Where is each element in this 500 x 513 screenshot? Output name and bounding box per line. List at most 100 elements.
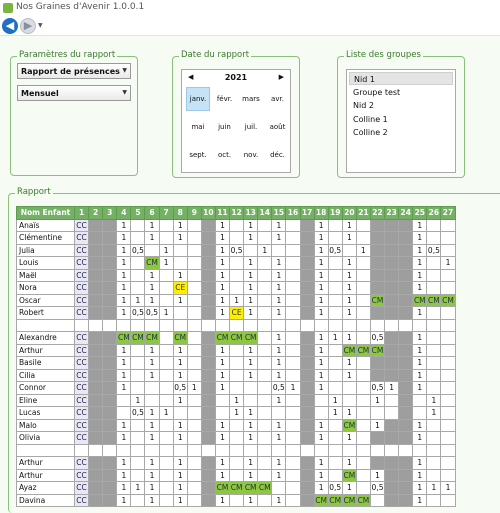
- attendance-cell[interactable]: [271, 243, 287, 257]
- attendance-cell[interactable]: [116, 393, 132, 407]
- attendance-cell[interactable]: 1: [412, 256, 428, 270]
- attendance-cell[interactable]: 1: [243, 468, 259, 482]
- attendance-cell[interactable]: 0,5: [369, 481, 386, 495]
- attendance-cell[interactable]: 1: [172, 468, 188, 482]
- attendance-cell[interactable]: 1: [116, 281, 132, 295]
- day-column-header[interactable]: 14: [257, 206, 273, 220]
- attendance-cell[interactable]: 1: [116, 356, 132, 370]
- attendance-cell[interactable]: [440, 443, 456, 457]
- attendance-cell[interactable]: 1: [313, 381, 329, 395]
- attendance-cell[interactable]: [186, 343, 202, 357]
- attendance-cell[interactable]: [200, 318, 216, 332]
- attendance-cell[interactable]: 1: [271, 218, 287, 232]
- attendance-cell[interactable]: 1: [214, 293, 231, 307]
- attendance-cell[interactable]: [299, 343, 315, 357]
- attendance-cell[interactable]: [88, 231, 104, 245]
- attendance-cell[interactable]: 1: [214, 368, 231, 382]
- attendance-cell[interactable]: [327, 231, 343, 245]
- attendance-cell[interactable]: [369, 431, 386, 445]
- attendance-cell[interactable]: 1: [426, 393, 442, 407]
- attendance-cell[interactable]: 1: [412, 368, 428, 382]
- attendance-cell[interactable]: 0,5: [172, 381, 188, 395]
- attendance-cell[interactable]: 1: [285, 381, 301, 395]
- attendance-cell[interactable]: [102, 418, 118, 432]
- report-type-select[interactable]: Rapport de présences ▼: [17, 63, 131, 79]
- month-9[interactable]: sept.: [186, 143, 210, 167]
- attendance-cell[interactable]: [313, 443, 329, 457]
- attendance-cell[interactable]: [88, 343, 104, 357]
- day-column-header[interactable]: 27: [440, 206, 456, 220]
- attendance-cell[interactable]: 1: [341, 231, 357, 245]
- attendance-cell[interactable]: [299, 256, 315, 270]
- attendance-cell[interactable]: 1: [172, 231, 188, 245]
- group-list-item[interactable]: Nid 1: [349, 72, 453, 85]
- attendance-cell[interactable]: [299, 481, 315, 495]
- attendance-cell[interactable]: [229, 456, 245, 470]
- attendance-cell[interactable]: [398, 218, 414, 232]
- attendance-cell[interactable]: 1: [271, 393, 287, 407]
- day-column-header[interactable]: 26: [426, 206, 442, 220]
- attendance-cell[interactable]: 1: [313, 356, 329, 370]
- attendance-cell[interactable]: CC: [73, 256, 90, 270]
- month-3[interactable]: mars: [239, 87, 263, 111]
- child-name-cell[interactable]: Arthur: [16, 468, 75, 482]
- group-list-item[interactable]: Colline 2: [349, 126, 453, 139]
- attendance-cell[interactable]: [88, 468, 104, 482]
- attendance-cell[interactable]: [285, 306, 301, 320]
- attendance-cell[interactable]: [285, 406, 301, 420]
- month-4[interactable]: avr.: [266, 87, 290, 111]
- attendance-cell[interactable]: 1: [313, 481, 329, 495]
- attendance-cell[interactable]: [384, 318, 400, 332]
- attendance-cell[interactable]: [229, 381, 245, 395]
- attendance-cell[interactable]: [398, 493, 414, 507]
- attendance-cell[interactable]: [130, 356, 146, 370]
- attendance-cell[interactable]: 1: [426, 406, 442, 420]
- attendance-cell[interactable]: [327, 293, 343, 307]
- attendance-cell[interactable]: [440, 356, 456, 370]
- attendance-cell[interactable]: [158, 481, 174, 495]
- attendance-cell[interactable]: [257, 406, 273, 420]
- attendance-cell[interactable]: [341, 381, 357, 395]
- attendance-cell[interactable]: [341, 443, 357, 457]
- attendance-cell[interactable]: [229, 218, 245, 232]
- attendance-cell[interactable]: [440, 368, 456, 382]
- attendance-cell[interactable]: 1: [341, 431, 357, 445]
- attendance-cell[interactable]: [186, 431, 202, 445]
- attendance-cell[interactable]: [73, 318, 90, 332]
- attendance-cell[interactable]: 1: [313, 281, 329, 295]
- attendance-cell[interactable]: [398, 481, 414, 495]
- attendance-cell[interactable]: CM: [243, 481, 259, 495]
- attendance-cell[interactable]: [200, 493, 216, 507]
- attendance-cell[interactable]: CM: [130, 331, 146, 345]
- attendance-cell[interactable]: 1: [172, 293, 188, 307]
- attendance-cell[interactable]: [102, 493, 118, 507]
- child-name-cell[interactable]: Nora: [16, 281, 75, 295]
- attendance-cell[interactable]: [88, 443, 104, 457]
- attendance-cell[interactable]: [398, 281, 414, 295]
- attendance-cell[interactable]: CM: [369, 293, 386, 307]
- attendance-cell[interactable]: 1: [243, 431, 259, 445]
- attendance-cell[interactable]: [285, 231, 301, 245]
- attendance-cell[interactable]: 1: [214, 456, 231, 470]
- attendance-cell[interactable]: [355, 356, 371, 370]
- attendance-cell[interactable]: 1: [116, 306, 132, 320]
- attendance-cell[interactable]: [200, 393, 216, 407]
- attendance-cell[interactable]: 1: [144, 368, 160, 382]
- attendance-cell[interactable]: [327, 456, 343, 470]
- attendance-cell[interactable]: 1: [229, 393, 245, 407]
- attendance-cell[interactable]: CC: [73, 456, 90, 470]
- attendance-cell[interactable]: [102, 268, 118, 282]
- attendance-cell[interactable]: [130, 268, 146, 282]
- attendance-cell[interactable]: [355, 331, 371, 345]
- attendance-cell[interactable]: 1: [243, 306, 259, 320]
- attendance-cell[interactable]: [426, 356, 442, 370]
- attendance-cell[interactable]: [102, 468, 118, 482]
- attendance-cell[interactable]: [172, 306, 188, 320]
- attendance-cell[interactable]: [200, 456, 216, 470]
- attendance-cell[interactable]: [144, 393, 160, 407]
- day-column-header[interactable]: 8: [172, 206, 188, 220]
- day-column-header[interactable]: 21: [355, 206, 371, 220]
- attendance-cell[interactable]: [130, 443, 146, 457]
- attendance-cell[interactable]: CM: [440, 293, 456, 307]
- attendance-cell[interactable]: [186, 268, 202, 282]
